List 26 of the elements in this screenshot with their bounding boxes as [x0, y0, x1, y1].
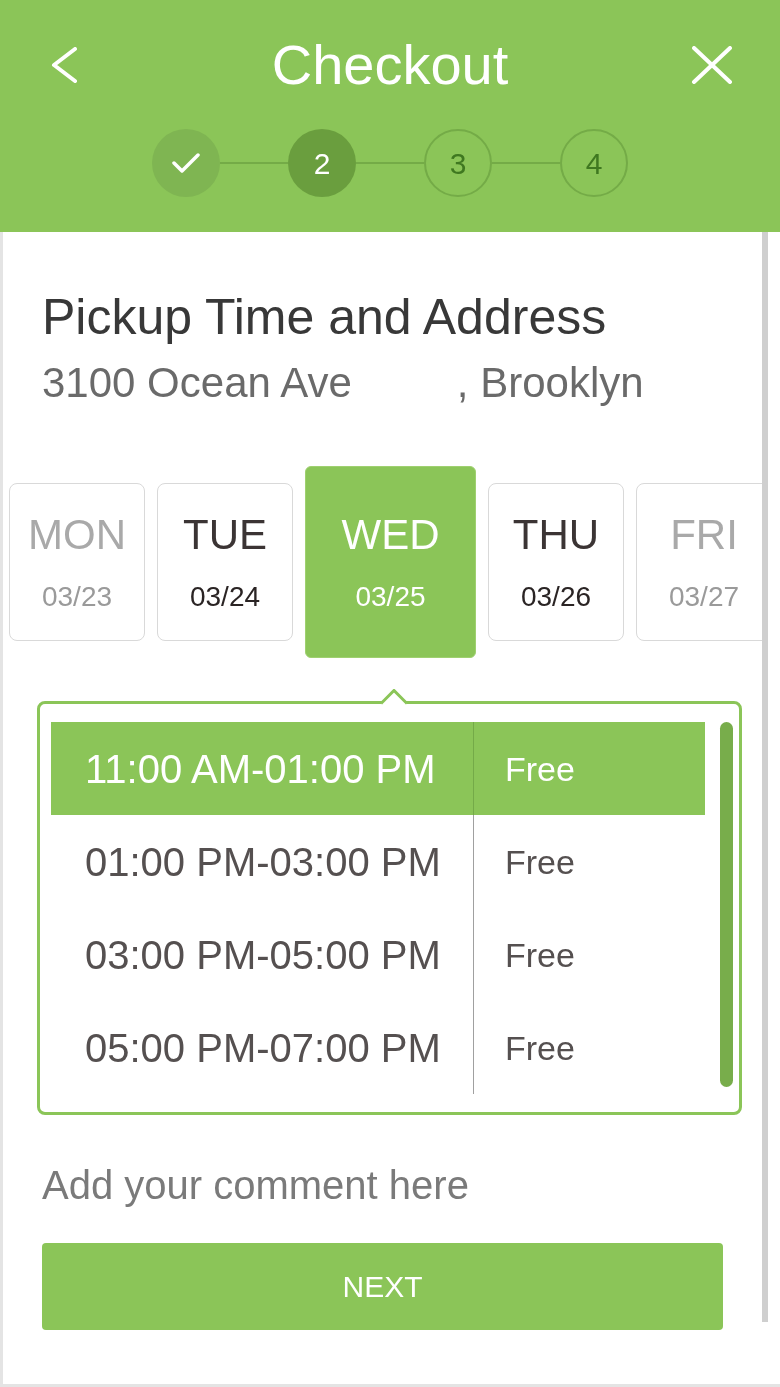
day-date: 03/26 — [520, 579, 592, 614]
section-title: Pickup Time and Address — [42, 288, 607, 346]
availability-text: Free — [505, 841, 575, 882]
availability-text: Free — [505, 934, 575, 975]
window-title: Checkout — [271, 33, 509, 97]
day-name: FRI — [670, 510, 738, 559]
availability-text: Free — [505, 1027, 575, 1068]
day-date: 03/27 — [668, 579, 740, 614]
chevron-left-icon — [49, 47, 79, 83]
time-range: 05:00 PM-07:00 PM — [85, 1024, 441, 1072]
time-range: 11:00 AM-01:00 PM — [85, 745, 436, 793]
day-date: 03/24 — [189, 579, 261, 614]
time-range: 03:00 PM-05:00 PM — [85, 931, 441, 979]
day-date: 03/25 — [355, 579, 426, 614]
close-icon — [691, 46, 733, 84]
day-name: MON — [28, 510, 126, 559]
availability-text: Free — [505, 748, 575, 789]
day-tab[interactable]: THU 03/26 — [488, 483, 624, 641]
check-icon — [172, 153, 200, 173]
day-name: THU — [512, 510, 600, 559]
address-text: 3100 Ocean Ave , Brooklyn — [42, 358, 644, 408]
time-range: 01:00 PM-03:00 PM — [85, 838, 441, 886]
day-tab[interactable]: TUE 03/24 — [157, 483, 293, 641]
day-name: WED — [341, 510, 440, 559]
day-name: TUE — [183, 510, 267, 559]
day-date: 03/23 — [41, 579, 113, 614]
